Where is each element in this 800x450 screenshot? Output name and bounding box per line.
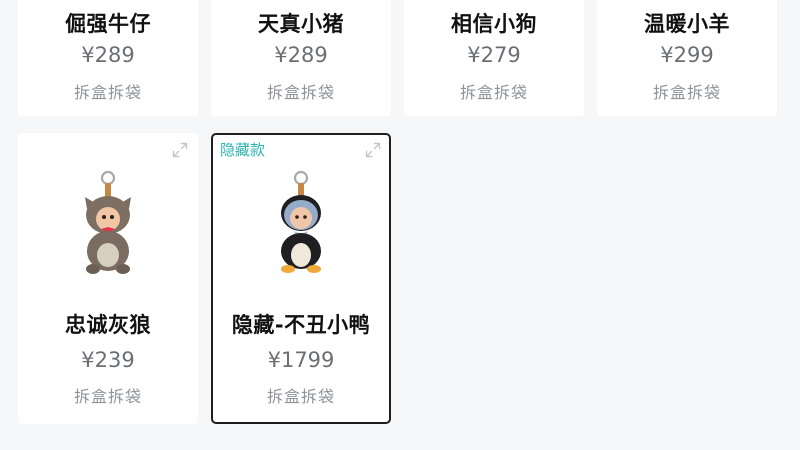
duck-plush-keychain-icon [281, 170, 321, 273]
product-card[interactable]: 相信小狗 ¥279 拆盒拆袋 [404, 0, 584, 116]
product-action-label: 拆盒拆袋 [73, 83, 142, 102]
product-card[interactable]: 天真小猪 ¥289 拆盒拆袋 [211, 0, 391, 116]
product-action-label: 拆盒拆袋 [266, 83, 335, 102]
expand-icon[interactable] [364, 141, 382, 159]
product-price: ¥239 [81, 348, 135, 372]
product-name: 忠诚灰狼 [65, 313, 151, 337]
product-card-selected[interactable]: 隐藏款 隐藏-不丑小鸭 ¥1799 拆盒拆袋 [211, 133, 391, 424]
product-name: 天真小猪 [258, 12, 344, 36]
hidden-edition-tag: 隐藏款 [220, 141, 266, 159]
product-price: ¥299 [660, 43, 714, 67]
product-name: 隐藏-不丑小鸭 [231, 313, 371, 337]
product-name: 温暖小羊 [644, 12, 730, 36]
product-action-label: 拆盒拆袋 [652, 83, 721, 102]
product-price: ¥289 [274, 43, 328, 67]
product-price: ¥1799 [267, 348, 335, 372]
product-name: 相信小狗 [451, 12, 537, 36]
product-card[interactable]: 温暖小羊 ¥299 拆盒拆袋 [597, 0, 777, 116]
product-card[interactable]: 倔强牛仔 ¥289 拆盒拆袋 [18, 0, 198, 116]
product-action-label: 拆盒拆袋 [73, 387, 142, 406]
product-name: 倔强牛仔 [65, 12, 151, 36]
expand-icon[interactable] [171, 141, 189, 159]
wolf-plush-keychain-icon [85, 170, 131, 274]
product-action-label: 拆盒拆袋 [266, 387, 335, 406]
product-grid: 倔强牛仔 ¥289 拆盒拆袋 天真小猪 ¥289 拆盒拆袋 相信小狗 ¥279 … [0, 0, 800, 450]
product-price: ¥289 [81, 43, 135, 67]
product-action-label: 拆盒拆袋 [459, 83, 528, 102]
product-price: ¥279 [467, 43, 521, 67]
product-card[interactable]: 忠诚灰狼 ¥239 拆盒拆袋 [18, 133, 198, 424]
